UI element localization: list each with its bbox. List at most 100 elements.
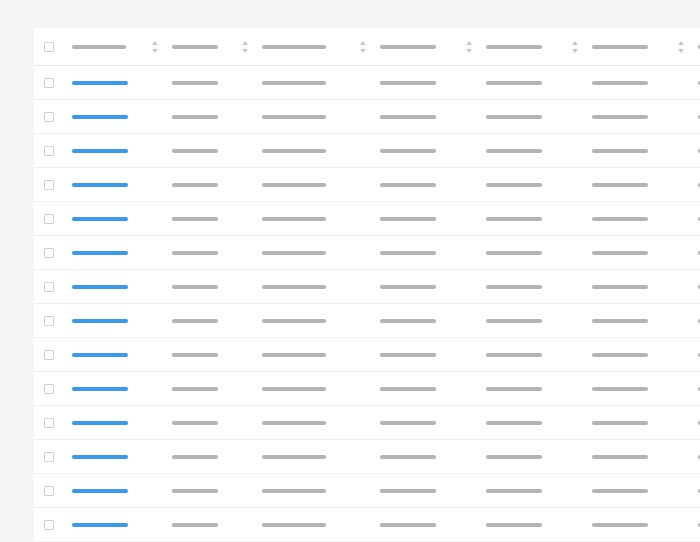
- row-link-cell[interactable]: [72, 217, 172, 221]
- row-cell: [592, 319, 698, 323]
- row-cell: [486, 455, 592, 459]
- column-header[interactable]: [72, 45, 172, 49]
- row-cell: [172, 421, 262, 425]
- row-link-cell[interactable]: [72, 115, 172, 119]
- row-link: [72, 251, 128, 255]
- row-cell: [262, 81, 380, 85]
- row-checkbox[interactable]: [44, 350, 54, 360]
- row-link-cell[interactable]: [72, 81, 172, 85]
- row-link-cell[interactable]: [72, 149, 172, 153]
- table-row: [34, 270, 700, 304]
- row-checkbox[interactable]: [44, 248, 54, 258]
- row-cell: [486, 251, 592, 255]
- row-link: [72, 353, 128, 357]
- row-cell: [262, 387, 380, 391]
- data-table: [34, 28, 700, 542]
- row-link: [72, 183, 128, 187]
- column-label: [380, 45, 436, 49]
- row-cell: [486, 285, 592, 289]
- row-link: [72, 489, 128, 493]
- row-link: [72, 421, 128, 425]
- row-cell: [380, 285, 486, 289]
- column-header[interactable]: [172, 45, 262, 49]
- row-checkbox[interactable]: [44, 180, 54, 190]
- row-cell: [486, 115, 592, 119]
- row-cell: [486, 81, 592, 85]
- sort-icon[interactable]: [242, 41, 248, 53]
- row-cell: [380, 81, 486, 85]
- sort-icon[interactable]: [572, 41, 578, 53]
- row-link-cell[interactable]: [72, 455, 172, 459]
- row-link: [72, 81, 128, 85]
- row-checkbox[interactable]: [44, 316, 54, 326]
- row-cell: [262, 455, 380, 459]
- row-link-cell[interactable]: [72, 421, 172, 425]
- row-link-cell[interactable]: [72, 251, 172, 255]
- row-link: [72, 115, 128, 119]
- select-all-checkbox[interactable]: [44, 42, 54, 52]
- row-cell: [592, 251, 698, 255]
- row-cell: [486, 319, 592, 323]
- row-link-cell[interactable]: [72, 489, 172, 493]
- row-cell: [262, 251, 380, 255]
- row-checkbox[interactable]: [44, 452, 54, 462]
- column-header[interactable]: [592, 45, 698, 49]
- row-cell: [592, 353, 698, 357]
- row-link: [72, 285, 128, 289]
- column-header[interactable]: [380, 45, 486, 49]
- table-body: [34, 66, 700, 542]
- row-cell: [172, 251, 262, 255]
- row-link-cell[interactable]: [72, 183, 172, 187]
- row-cell: [172, 319, 262, 323]
- table-row: [34, 66, 700, 100]
- row-link-cell[interactable]: [72, 285, 172, 289]
- row-cell: [380, 251, 486, 255]
- table-row: [34, 100, 700, 134]
- table-row: [34, 168, 700, 202]
- column-header[interactable]: [486, 45, 592, 49]
- row-cell: [172, 149, 262, 153]
- row-cell: [592, 455, 698, 459]
- sort-icon[interactable]: [466, 41, 472, 53]
- row-checkbox[interactable]: [44, 384, 54, 394]
- row-cell: [592, 217, 698, 221]
- table-row: [34, 372, 700, 406]
- row-cell: [380, 421, 486, 425]
- table-header-row: [34, 28, 700, 66]
- row-link: [72, 319, 128, 323]
- sort-icon[interactable]: [360, 41, 366, 53]
- row-cell: [380, 217, 486, 221]
- row-cell: [262, 217, 380, 221]
- row-cell: [172, 183, 262, 187]
- row-cell: [262, 421, 380, 425]
- sort-icon[interactable]: [678, 41, 684, 53]
- row-cell: [172, 81, 262, 85]
- row-link-cell[interactable]: [72, 387, 172, 391]
- row-cell: [592, 149, 698, 153]
- row-cell: [380, 387, 486, 391]
- table-row: [34, 202, 700, 236]
- row-cell: [486, 183, 592, 187]
- row-checkbox[interactable]: [44, 112, 54, 122]
- sort-icon[interactable]: [152, 41, 158, 53]
- row-checkbox[interactable]: [44, 282, 54, 292]
- row-cell: [592, 81, 698, 85]
- row-cell: [380, 149, 486, 153]
- row-cell: [262, 353, 380, 357]
- row-checkbox[interactable]: [44, 418, 54, 428]
- row-cell: [380, 115, 486, 119]
- table-row: [34, 304, 700, 338]
- row-checkbox[interactable]: [44, 214, 54, 224]
- column-header[interactable]: [262, 45, 380, 49]
- row-checkbox[interactable]: [44, 146, 54, 156]
- row-checkbox[interactable]: [44, 78, 54, 88]
- row-cell: [172, 489, 262, 493]
- table-row: [34, 338, 700, 372]
- row-cell: [262, 285, 380, 289]
- row-link-cell[interactable]: [72, 319, 172, 323]
- row-link-cell[interactable]: [72, 353, 172, 357]
- row-cell: [486, 489, 592, 493]
- row-cell: [592, 285, 698, 289]
- row-cell: [486, 353, 592, 357]
- row-checkbox[interactable]: [44, 486, 54, 496]
